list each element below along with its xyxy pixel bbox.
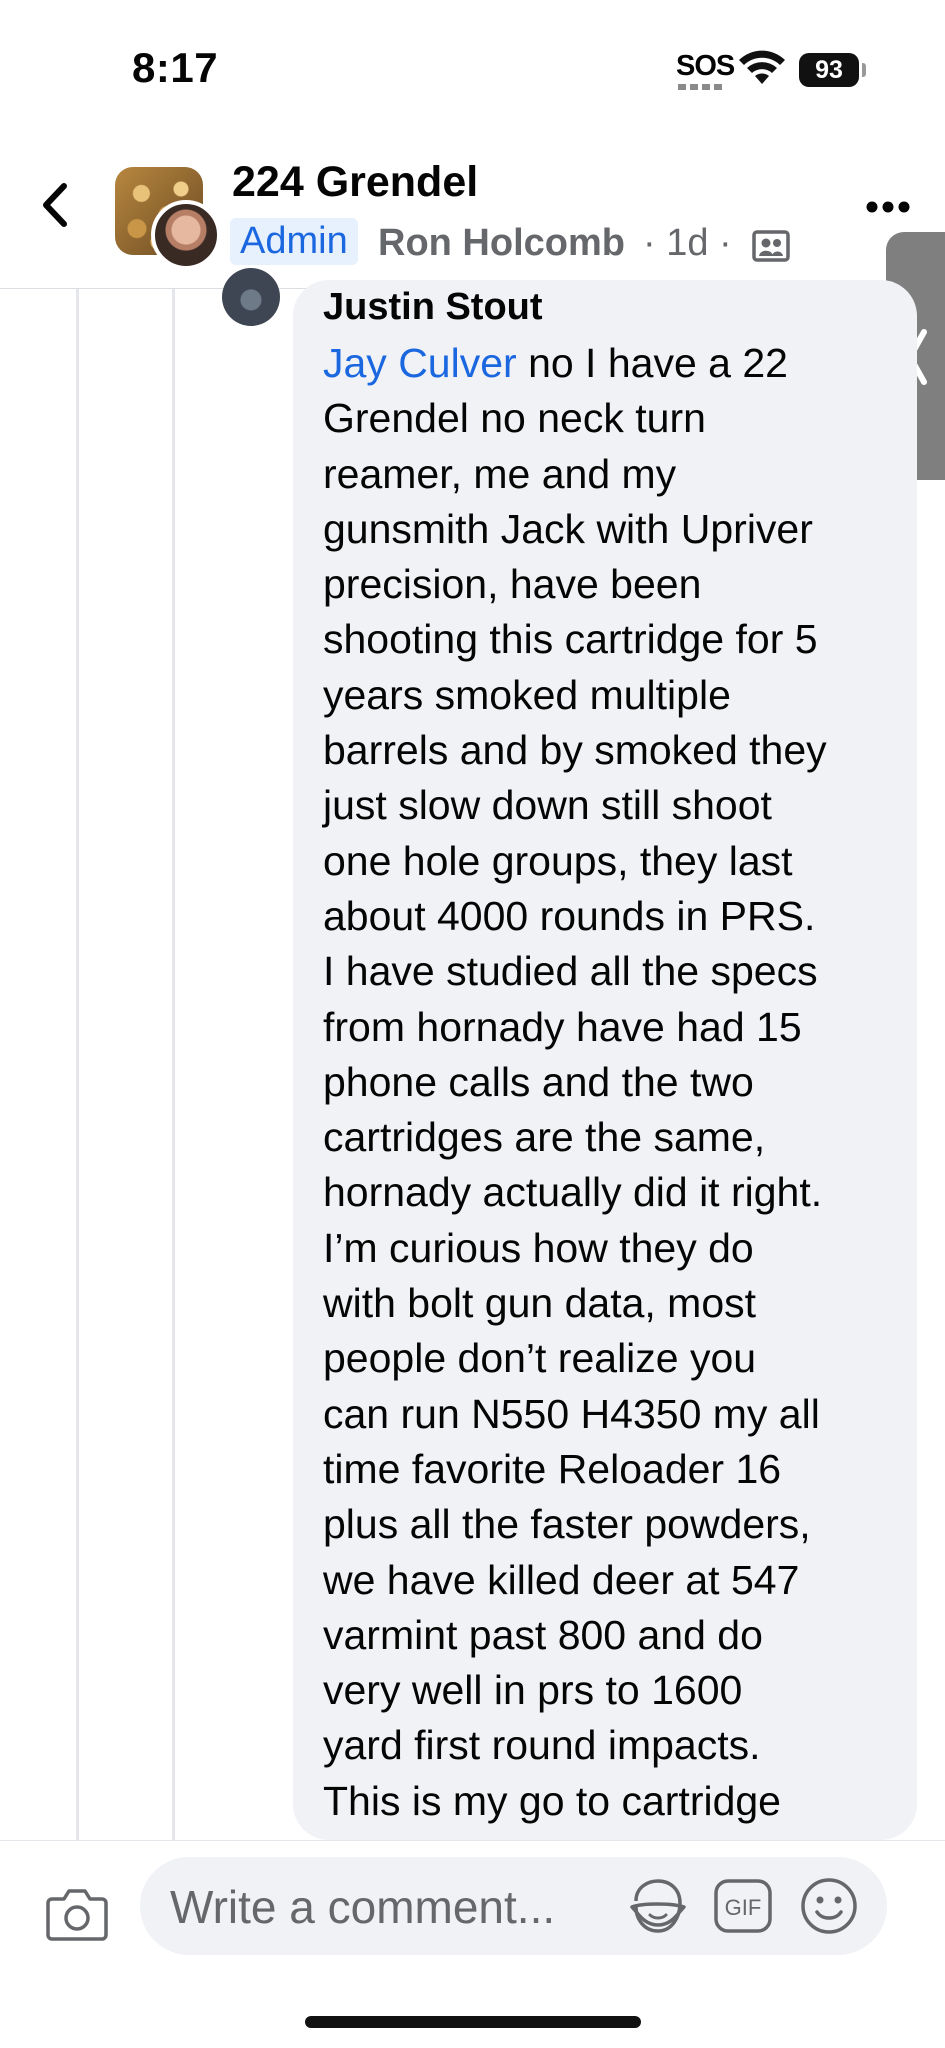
comment-input-container[interactable]: GIF	[140, 1857, 887, 1957]
poster-avatar[interactable]	[151, 200, 221, 270]
signal-dots-icon	[678, 84, 726, 90]
emoji-icon[interactable]	[800, 1877, 858, 1935]
avatar-sticker-icon[interactable]	[628, 1877, 686, 1935]
comment-thread-screen: 8:17 SOS 93 224 Grendel Admin Ron Holcom…	[0, 0, 945, 2048]
status-time: 8:17	[132, 44, 219, 91]
more-horizontal-icon[interactable]	[866, 200, 910, 214]
group-members-icon	[752, 230, 790, 262]
post-header: 224 Grendel Admin Ron Holcomb · 1d ·	[0, 140, 945, 289]
admin-badge: Admin	[230, 218, 358, 265]
comment-text: Jay Culver no I have a 22 Grendel no nec…	[323, 336, 898, 1829]
poster-name[interactable]: Ron Holcomb	[378, 222, 625, 265]
comment-body: no I have a 22 Grendel no neck turn ream…	[323, 340, 827, 1824]
sos-indicator: SOS	[676, 50, 735, 82]
gif-label: GIF	[725, 1895, 762, 1920]
comment-input[interactable]	[168, 1857, 612, 1957]
wifi-icon	[739, 50, 785, 84]
thread-line	[172, 289, 175, 1841]
battery-tip	[862, 63, 866, 77]
comment-author[interactable]: Justin Stout	[323, 286, 543, 329]
thread-line	[76, 289, 79, 1841]
battery-indicator: 93	[799, 53, 859, 87]
gif-icon[interactable]: GIF	[714, 1879, 772, 1933]
home-indicator[interactable]	[305, 2016, 641, 2028]
comment-mention[interactable]: Jay Culver	[323, 340, 517, 386]
post-timestamp: · 1d ·	[643, 222, 732, 264]
group-name[interactable]: 224 Grendel	[232, 158, 478, 207]
camera-icon[interactable]	[46, 1885, 108, 1941]
status-bar: 8:17 SOS 93	[0, 0, 945, 140]
commenter-avatar[interactable]	[222, 268, 280, 326]
chevron-left-icon[interactable]	[36, 180, 76, 230]
